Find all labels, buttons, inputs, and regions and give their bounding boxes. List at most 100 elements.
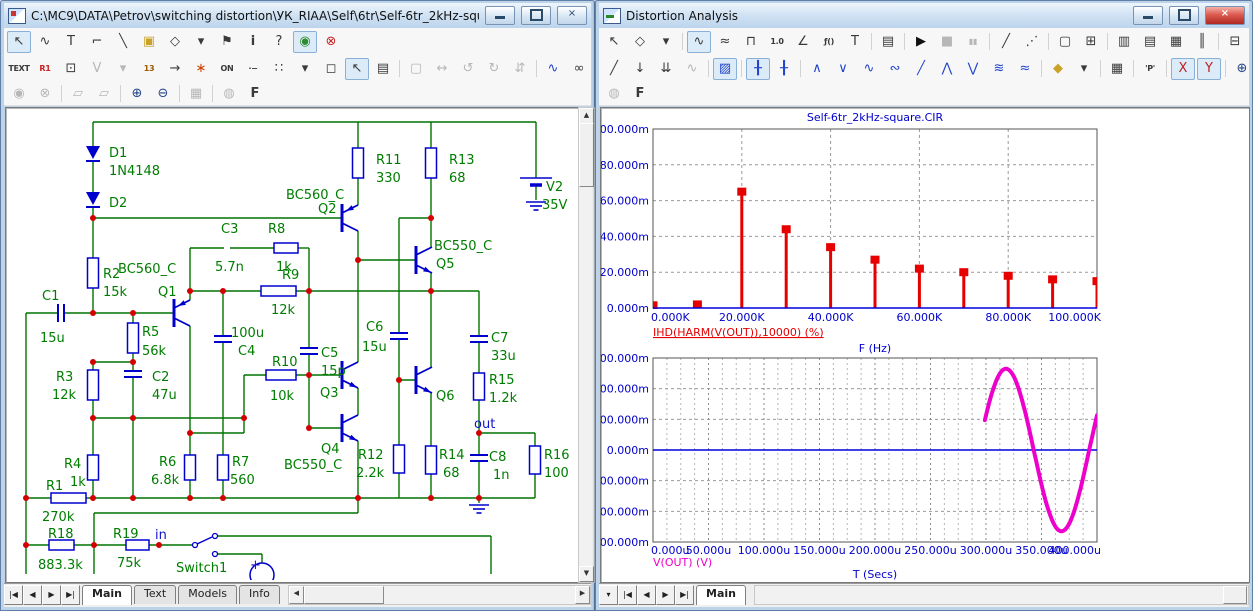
shape-tools-icon[interactable]: ◇ (628, 31, 652, 53)
p-key-icon[interactable]: 'P' (1138, 58, 1162, 80)
rotate-cw-icon[interactable]: ↻ (482, 58, 506, 80)
y-scale-icon[interactable]: Y (1197, 58, 1221, 80)
close-button[interactable]: × (1205, 6, 1245, 25)
flip-y-icon[interactable]: ⇵ (508, 58, 532, 80)
branch-dropdown-icon[interactable]: ▾ (1072, 58, 1096, 80)
info-mode-icon[interactable]: i (241, 31, 265, 53)
global-high-icon[interactable]: ⋀ (935, 58, 959, 80)
close-button[interactable]: × (557, 6, 587, 25)
tab-main[interactable]: Main (82, 585, 132, 605)
pin-connections-icon[interactable]: ∙− (241, 58, 265, 80)
node-voltages-icon[interactable]: V (85, 58, 109, 80)
minimize-button[interactable] (485, 6, 515, 25)
auto-scale-icon[interactable]: 1.0 (765, 31, 789, 53)
globe-icon[interactable]: ◍ (217, 83, 241, 105)
zoom-out-icon[interactable]: ⊖ (151, 83, 175, 105)
minimize-button[interactable] (1133, 6, 1163, 25)
tab-models[interactable]: Models (178, 585, 237, 604)
peak-icon[interactable]: ∧ (805, 58, 829, 80)
cursor-both-icon[interactable]: ⇊ (654, 58, 678, 80)
schematic-hscrollbar[interactable]: ◀ ▶ (288, 585, 591, 605)
attribute-text-icon[interactable]: R1 (33, 58, 57, 80)
horizontal-grid-icon[interactable]: ▤ (1138, 31, 1162, 53)
diagonal-wire-icon[interactable]: ╲ (111, 31, 135, 53)
line-tag-icon[interactable]: ╱ (994, 31, 1018, 53)
scroll-up-icon[interactable]: ▲ (579, 108, 594, 124)
valley-icon[interactable]: ∨ (831, 58, 855, 80)
plot-area[interactable]: Self-6tr_2kHz-square.CIR100.000m80.000m6… (600, 107, 1250, 583)
text-attributes-icon[interactable]: TEXT (7, 58, 31, 80)
page-nav-icon[interactable]: ◀ (637, 585, 656, 605)
schematic-vscrollbar[interactable]: ▲ ▼ (578, 107, 595, 583)
go-to-branch-icon[interactable]: ◆ (1046, 58, 1070, 80)
run-icon[interactable]: ▶ (909, 31, 933, 53)
cursor-left-icon[interactable]: ↓ (628, 58, 652, 80)
flip-x-icon[interactable]: ↔ (430, 58, 454, 80)
global-low-icon[interactable]: ⋁ (961, 58, 985, 80)
vertical-grid-icon[interactable]: ▥ (1112, 31, 1136, 53)
low-icon[interactable]: ∾ (883, 58, 907, 80)
properties-icon[interactable]: ▤ (876, 31, 900, 53)
stop-icon[interactable]: ■ (935, 31, 959, 53)
add-grid-icon[interactable]: ⊞ (1079, 31, 1103, 53)
current-arrow-icon[interactable]: → (163, 58, 187, 80)
shape-dropdown-icon[interactable]: ▾ (654, 31, 678, 53)
properties-icon[interactable]: ▤ (371, 58, 395, 80)
globe-icon[interactable]: ◍ (602, 83, 626, 105)
pause-icon[interactable]: ▮▮ (961, 31, 985, 53)
page-nav-icon[interactable]: ▶| (675, 585, 694, 605)
condition-icon[interactable]: ON (215, 58, 239, 80)
performance-icon[interactable]: ƒ() (817, 31, 841, 53)
split-plots-icon[interactable]: ⊟ (1223, 31, 1247, 53)
wire-mode-icon[interactable]: ∿ (33, 31, 57, 53)
select-curve-icon[interactable]: ∿ (687, 31, 711, 53)
page-nav-icon[interactable]: ▶| (61, 585, 80, 605)
search-icon[interactable]: ∞ (567, 58, 591, 80)
paste-picture-icon[interactable]: ▱ (92, 83, 116, 105)
snapshot-icon[interactable]: ▦ (184, 83, 208, 105)
tab-main[interactable]: Main (696, 585, 746, 605)
bottom-icon[interactable]: ≋ (987, 58, 1011, 80)
hscroll-thumb[interactable] (304, 586, 384, 604)
full-grid-icon[interactable]: ▦ (1164, 31, 1188, 53)
point-help-icon[interactable]: ? (267, 31, 291, 53)
text-icon[interactable]: T (843, 31, 867, 53)
x-scale-icon[interactable]: X (1171, 58, 1195, 80)
vscroll-thumb[interactable] (579, 123, 594, 187)
restore-button[interactable] (1169, 6, 1199, 25)
waveform-list-icon[interactable]: ≈ (713, 31, 737, 53)
shape-dropdown-icon[interactable]: ▾ (189, 31, 213, 53)
limits-icon[interactable]: ⊓ (739, 31, 763, 53)
grid-dropdown-icon[interactable]: ▾ (293, 58, 317, 80)
find-wave-icon[interactable]: ∿ (541, 58, 565, 80)
horizontal-cursor-icon[interactable]: ╂ (746, 58, 770, 80)
text-mode-icon[interactable]: T (59, 31, 83, 53)
power-icon[interactable]: ∗ (189, 58, 213, 80)
select-icon[interactable]: ↖ (7, 31, 31, 53)
inflection-icon[interactable]: ╱ (909, 58, 933, 80)
stop-floating-icon[interactable]: ⊗ (319, 31, 343, 53)
cursor-mode-icon[interactable]: ↖ (345, 58, 369, 80)
voltages-dropdown-icon[interactable]: ▾ (111, 58, 135, 80)
page-nav-icon[interactable]: ▶ (656, 585, 675, 605)
page-nav-icon[interactable]: ◀ (23, 585, 42, 605)
maximize-button[interactable] (521, 6, 551, 25)
page-nav-icon[interactable]: |◀ (618, 585, 637, 605)
function-key-icon[interactable]: F (628, 83, 652, 105)
shape-tools-icon[interactable]: ◇ (163, 31, 187, 53)
scroll-right-icon[interactable]: ▶ (575, 586, 590, 604)
zoom-in-icon[interactable]: ⊕ (1230, 58, 1253, 80)
scroll-left-icon[interactable]: ◀ (289, 586, 304, 604)
zoom-window-icon[interactable]: ▨ (713, 58, 737, 80)
numeric-output-icon[interactable]: ▦ (1105, 58, 1129, 80)
zoom-in-icon[interactable]: ⊕ (125, 83, 149, 105)
tracker-icon[interactable]: ╱ (1249, 31, 1253, 53)
grid-icon[interactable]: ∷ (267, 58, 291, 80)
vertical-cursor-icon[interactable]: ╂ (772, 58, 796, 80)
hscroll-thumb[interactable] (1223, 586, 1247, 604)
top-icon[interactable]: ≈ (1013, 58, 1037, 80)
tab-text[interactable]: Text (134, 585, 176, 604)
select-icon[interactable]: ↖ (602, 31, 626, 53)
border-icon[interactable]: ◻ (319, 58, 343, 80)
cursor-next-icon[interactable]: ╱ (602, 58, 626, 80)
